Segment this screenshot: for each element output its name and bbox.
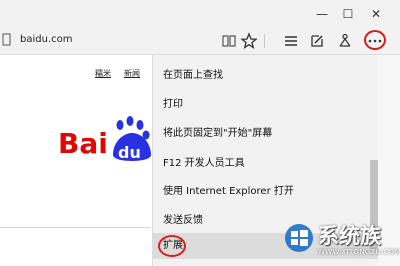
menu-item-label: F12 开发人员工具 bbox=[163, 158, 245, 169]
reading-view-icon[interactable] bbox=[220, 32, 238, 50]
watermark-url: WWW.XITONGZU.COM bbox=[318, 248, 400, 256]
page-divider bbox=[0, 227, 150, 228]
menu-item-open-with-ie[interactable]: 使用 Internet Explorer 打开 bbox=[153, 179, 379, 205]
menu-item-label: 在页面上查找 bbox=[163, 70, 223, 81]
hub-icon[interactable] bbox=[282, 32, 300, 50]
watermark-title: 系统族 bbox=[318, 224, 381, 248]
nav-link-news[interactable]: 新闻 bbox=[124, 68, 140, 79]
favorite-star-icon[interactable] bbox=[240, 32, 258, 50]
menu-item-f12-tools[interactable]: F12 开发人员工具 bbox=[153, 151, 379, 177]
windows-logo-icon bbox=[285, 224, 313, 252]
menu-item-pin-to-start[interactable]: 将此页固定到"开始"屏幕 bbox=[153, 121, 379, 147]
menu-item-label: 使用 Internet Explorer 打开 bbox=[163, 186, 294, 197]
maximize-button[interactable]: ☐ bbox=[340, 6, 356, 22]
address-bar: baidu.com bbox=[0, 28, 400, 55]
menu-item-label: 发送反馈 bbox=[163, 215, 203, 226]
close-button[interactable]: ✕ bbox=[368, 6, 384, 22]
url-text[interactable]: baidu.com bbox=[20, 34, 72, 45]
menu-item-label: 将此页固定到"开始"屏幕 bbox=[163, 128, 273, 139]
title-bar: — ☐ ✕ bbox=[0, 0, 400, 28]
svg-text:du: du bbox=[118, 143, 141, 162]
menu-item-find-on-page[interactable]: 在页面上查找 bbox=[153, 63, 379, 89]
toolbar-separator bbox=[264, 34, 265, 48]
web-note-icon[interactable] bbox=[308, 32, 326, 50]
page-icon bbox=[2, 33, 11, 46]
minimize-button[interactable]: — bbox=[314, 6, 330, 22]
share-icon[interactable] bbox=[336, 32, 354, 50]
menu-item-label: 打印 bbox=[163, 99, 183, 110]
svg-text:Bai: Bai bbox=[58, 127, 108, 160]
web-page: 糯米 新闻 Bai du bbox=[0, 55, 153, 266]
baidu-logo[interactable]: Bai du bbox=[58, 115, 153, 165]
watermark: 系统族 WWW.XITONGZU.COM bbox=[278, 220, 400, 266]
menu-item-print[interactable]: 打印 bbox=[153, 92, 379, 118]
extensions-highlight bbox=[158, 235, 186, 257]
nav-link-nuomi[interactable]: 糯米 bbox=[95, 68, 111, 79]
more-button-highlight bbox=[364, 30, 386, 50]
